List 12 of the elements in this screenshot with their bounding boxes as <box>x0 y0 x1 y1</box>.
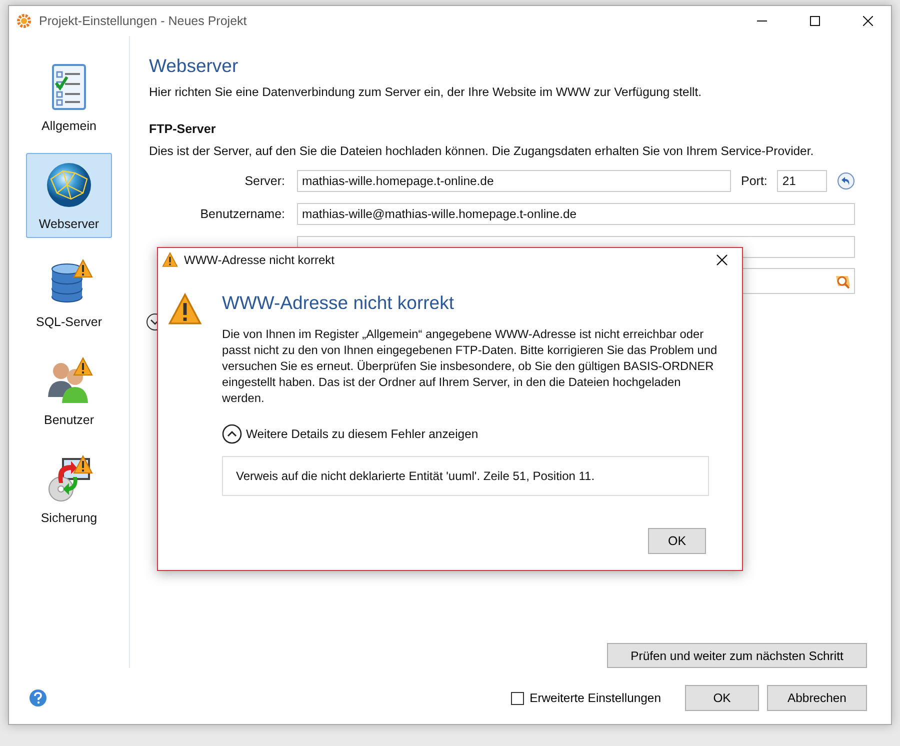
window-title: Projekt-Einstellungen - Neues Projekt <box>39 14 248 28</box>
field-label: Benutzername: <box>199 207 286 221</box>
page-description: Hier richten Sie eine Datenverbindung zum Server ein, der Ihre Website im WWW zur Verfügung stellt. <box>149 85 703 99</box>
error-details: Verweis auf die nicht deklarierte Entität 'uuml'. Zeile 51, Position 11. <box>222 456 709 496</box>
page-title: Webserver <box>149 55 240 77</box>
error-message: Die von Ihnen im Register „Allgemein“ angegebene WWW-Adresse ist nicht erreichbar oder passt nicht zu den von Ihnen eingegebenen FTP-Daten. Bitte korrigieren Sie das Problem und versuchen Sie es erneut. Überprüfen Sie insbesondere, ob Sie den gültigen BASIS-ORDNER eingestellt haben. Das ist der Ordner auf Ihrem Server, in den die Dateien hochgeladen werden. <box>222 326 718 406</box>
field-label: Server: <box>244 174 286 188</box>
section-title: FTP-Server <box>149 122 217 136</box>
section-description: Dies ist der Server, auf den Sie die Dateien hochladen können. Die Zugangsdaten erhalten Sie von Ihrem Service-Provider. <box>149 144 815 158</box>
dialog-heading: WWW-Adresse nicht korrekt <box>222 292 455 314</box>
field-label: Port: <box>741 174 768 188</box>
dialog-title: WWW-Adresse nicht korrekt <box>184 253 336 267</box>
